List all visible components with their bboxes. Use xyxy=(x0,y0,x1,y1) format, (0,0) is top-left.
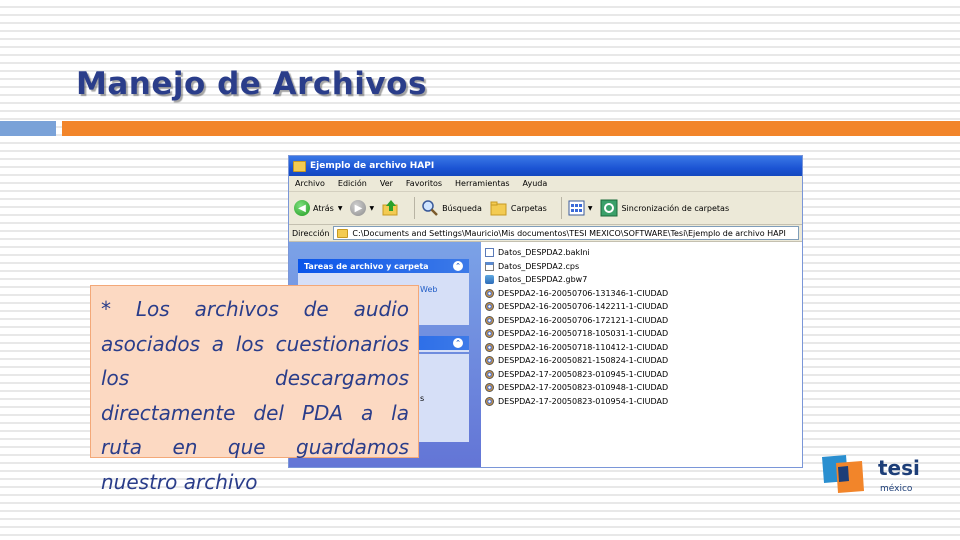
list-item[interactable]: DESPDA2-16-20050718-110412-1-CIUDAD xyxy=(485,341,802,355)
views-icon xyxy=(568,200,585,216)
callout-box: * Los archivos de audio asociados a los … xyxy=(90,285,419,494)
folders-label: Carpetas xyxy=(510,203,547,213)
menu-item-ver[interactable]: Ver xyxy=(380,179,393,188)
media-file-icon xyxy=(485,302,494,312)
search-button[interactable]: Búsqueda xyxy=(421,199,482,217)
collapse-icon[interactable]: ⌃ xyxy=(453,261,463,271)
task-panel-item-partial: s xyxy=(420,394,425,403)
media-file-icon xyxy=(485,288,494,298)
file-name: DESPDA2-16-20050718-110412-1-CIUDAD xyxy=(498,342,669,352)
folders-button[interactable]: Carpetas xyxy=(490,200,547,216)
folder-icon xyxy=(337,228,349,238)
file-name: DESPDA2-16-20050706-131346-1-CIUDAD xyxy=(498,288,669,298)
menu-item-edicion[interactable]: Edición xyxy=(338,179,367,188)
toolbar: ◀ Atrás ▼ ▶ ▼ Búsqueda Carpetas ▼ Sincro… xyxy=(289,192,802,225)
toolbar-separator xyxy=(414,197,416,219)
back-label: Atrás xyxy=(313,203,334,213)
list-item[interactable]: DESPDA2-17-20050823-010945-1-CIUDAD xyxy=(485,368,802,382)
list-item[interactable]: Datos_DESPDA2.bakIni xyxy=(485,246,802,260)
accent-bar-blue xyxy=(0,121,56,136)
file-name: DESPDA2-17-20050823-010954-1-CIUDAD xyxy=(498,396,669,406)
back-button[interactable]: ◀ Atrás ▼ xyxy=(294,200,342,216)
toolbar-separator xyxy=(560,197,562,219)
list-item[interactable]: DESPDA2-16-20050706-142211-1-CIUDAD xyxy=(485,300,802,314)
menu-item-ayuda[interactable]: Ayuda xyxy=(523,179,548,188)
back-arrow-icon: ◀ xyxy=(294,200,310,216)
folders-icon xyxy=(490,201,507,216)
search-icon xyxy=(422,200,438,216)
list-item[interactable]: DESPDA2-16-20050718-105031-1-CIUDAD xyxy=(485,327,802,341)
address-input[interactable]: C:\Documents and Settings\Mauricio\Mis d… xyxy=(333,226,799,240)
task-link-web[interactable]: Web xyxy=(420,285,437,294)
up-folder-icon xyxy=(382,200,398,216)
list-item[interactable]: DESPDA2-16-20050821-150824-1-CIUDAD xyxy=(485,354,802,368)
menu-item-herramientas[interactable]: Herramientas xyxy=(455,179,510,188)
file-name: DESPDA2-16-20050706-142211-1-CIUDAD xyxy=(498,302,669,312)
file-name: DESPDA2-16-20050706-172121-1-CIUDAD xyxy=(498,315,669,325)
file-name: Datos_DESPDA2.cps xyxy=(498,261,580,271)
accent-bar-orange xyxy=(62,121,960,136)
task-panel-title: Tareas de archivo y carpeta xyxy=(304,261,429,271)
address-label: Dirección xyxy=(292,228,330,238)
file-name: DESPDA2-17-20050823-010945-1-CIUDAD xyxy=(498,369,669,379)
window-titlebar[interactable]: Ejemplo de archivo HAPI xyxy=(289,156,802,176)
file-name: DESPDA2-17-20050823-010948-1-CIUDAD xyxy=(498,383,669,393)
sync-icon xyxy=(600,199,618,217)
slide-title: Manejo de Archivos xyxy=(76,66,427,102)
file-list: Datos_DESPDA2.bakIni Datos_DESPDA2.cps D… xyxy=(481,242,802,467)
menu-item-favoritos[interactable]: Favoritos xyxy=(406,179,442,188)
list-item[interactable]: DESPDA2-17-20050823-010954-1-CIUDAD xyxy=(485,395,802,409)
callout-text: * Los archivos de audio asociados a los … xyxy=(101,297,409,494)
list-item[interactable]: Datos_DESPDA2.gbw7 xyxy=(485,273,802,287)
document-icon xyxy=(485,248,494,258)
chevron-down-icon[interactable]: ▼ xyxy=(588,205,593,212)
address-bar: Dirección C:\Documents and Settings\Maur… xyxy=(289,225,802,242)
list-item[interactable]: DESPDA2-16-20050706-172121-1-CIUDAD xyxy=(485,314,802,328)
address-path: C:\Documents and Settings\Mauricio\Mis d… xyxy=(352,228,786,238)
forward-arrow-icon: ▶ xyxy=(350,200,367,216)
media-file-icon xyxy=(485,396,494,406)
search-label: Búsqueda xyxy=(442,203,482,213)
media-file-icon xyxy=(485,369,494,379)
menu-bar: Archivo Edición Ver Favoritos Herramient… xyxy=(289,176,802,192)
media-file-icon xyxy=(485,383,494,393)
media-file-icon xyxy=(485,329,494,339)
window-title: Ejemplo de archivo HAPI xyxy=(310,161,435,171)
tesi-logo-mark-icon: tesi méxico xyxy=(822,455,920,494)
file-name: DESPDA2-16-20050718-105031-1-CIUDAD xyxy=(498,329,669,339)
logo-sub: méxico xyxy=(880,483,913,494)
gbw-file-icon xyxy=(485,275,494,285)
chevron-down-icon[interactable]: ▼ xyxy=(369,205,374,212)
sync-button[interactable]: Sincronización de carpetas xyxy=(600,199,729,217)
collapse-icon[interactable]: ⌃ xyxy=(453,338,463,348)
media-file-icon xyxy=(485,315,494,325)
forward-button[interactable]: ▶ ▼ xyxy=(350,200,374,216)
cps-file-icon xyxy=(485,261,494,271)
logo-word: tesi xyxy=(878,456,920,480)
list-item[interactable]: Datos_DESPDA2.cps xyxy=(485,260,802,274)
chevron-down-icon[interactable]: ▼ xyxy=(338,205,343,212)
up-folder-button[interactable] xyxy=(382,199,400,217)
tesi-logo: tesi méxico xyxy=(822,453,932,497)
media-file-icon xyxy=(485,356,494,366)
file-name: Datos_DESPDA2.gbw7 xyxy=(498,275,588,285)
media-file-icon xyxy=(485,342,494,352)
list-item[interactable]: DESPDA2-16-20050706-131346-1-CIUDAD xyxy=(485,287,802,301)
file-name: DESPDA2-16-20050821-150824-1-CIUDAD xyxy=(498,356,669,366)
file-name: Datos_DESPDA2.bakIni xyxy=(498,248,590,258)
task-panel-header[interactable]: Tareas de archivo y carpeta ⌃ xyxy=(298,259,469,273)
views-button[interactable]: ▼ xyxy=(568,200,593,216)
folder-icon xyxy=(293,160,306,172)
list-item[interactable]: DESPDA2-17-20050823-010948-1-CIUDAD xyxy=(485,381,802,395)
menu-item-archivo[interactable]: Archivo xyxy=(295,179,325,188)
sync-label: Sincronización de carpetas xyxy=(621,203,730,213)
